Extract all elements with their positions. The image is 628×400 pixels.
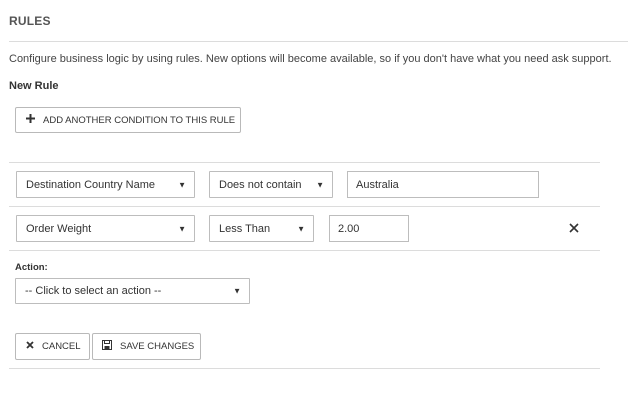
close-icon	[26, 341, 34, 352]
plus-icon	[26, 114, 35, 126]
caret-down-icon: ▼	[178, 180, 186, 189]
conditions-divider-bottom	[9, 250, 600, 251]
cancel-button[interactable]: CANCEL	[15, 333, 90, 360]
condition-row-divider	[9, 206, 600, 207]
caret-down-icon: ▼	[297, 224, 305, 233]
close-icon	[569, 220, 579, 236]
condition-field-value: Destination Country Name	[26, 178, 156, 191]
add-condition-button[interactable]: ADD ANOTHER CONDITION TO THIS RULE	[15, 107, 241, 133]
condition-value-input[interactable]: 2.00	[329, 215, 409, 242]
condition-operator-select[interactable]: Less Than ▼	[209, 215, 314, 242]
caret-down-icon: ▼	[233, 286, 241, 296]
condition-operator-select[interactable]: Does not contain ▼	[209, 171, 333, 198]
conditions-divider-top	[9, 162, 600, 163]
footer-divider	[9, 368, 600, 369]
page-title: RULES	[9, 14, 51, 28]
condition-value-text: Australia	[356, 178, 399, 191]
cancel-label: CANCEL	[42, 341, 81, 352]
action-select-placeholder: -- Click to select an action --	[25, 285, 162, 297]
caret-down-icon: ▼	[316, 180, 324, 189]
page-description: Configure business logic by using rules.…	[9, 53, 612, 65]
condition-operator-value: Less Than	[219, 222, 271, 235]
action-select[interactable]: -- Click to select an action -- ▼	[15, 278, 250, 304]
condition-value-input[interactable]: Australia	[347, 171, 539, 198]
save-label: SAVE CHANGES	[120, 341, 195, 352]
condition-field-value: Order Weight	[26, 222, 92, 235]
condition-value-text: 2.00	[338, 222, 360, 235]
action-label: Action:	[15, 262, 48, 273]
remove-condition-button[interactable]	[569, 220, 579, 236]
add-condition-label: ADD ANOTHER CONDITION TO THIS RULE	[43, 114, 236, 126]
condition-field-select[interactable]: Order Weight ▼	[16, 215, 195, 242]
section-title: New Rule	[9, 80, 59, 92]
condition-operator-value: Does not contain	[219, 178, 302, 191]
title-divider	[9, 41, 628, 42]
save-button[interactable]: SAVE CHANGES	[92, 333, 201, 360]
condition-field-select[interactable]: Destination Country Name ▼	[16, 171, 195, 198]
floppy-disk-icon	[102, 340, 112, 353]
caret-down-icon: ▼	[178, 224, 186, 233]
